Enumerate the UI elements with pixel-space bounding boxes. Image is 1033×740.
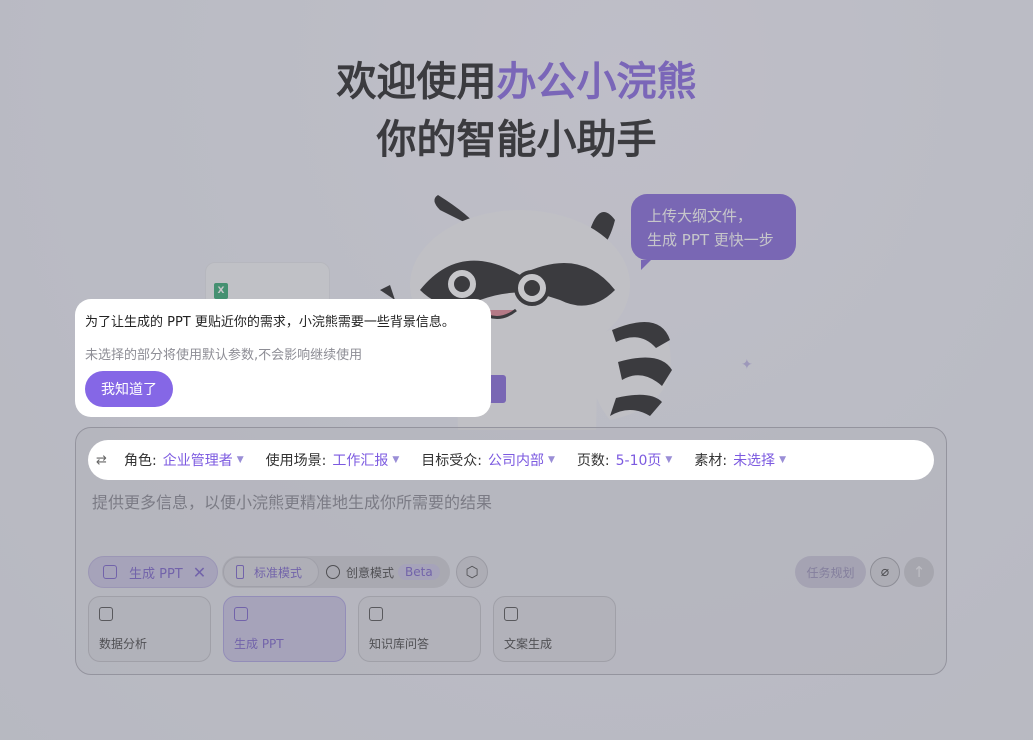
param-scenario[interactable]: 使用场景: 工作汇报 ▼ [266,450,400,470]
got-it-button[interactable]: 我知道了 [85,371,173,407]
sliders-icon: ⇄ [96,452,107,468]
param-pages[interactable]: 页数: 5-10页 ▼ [577,450,672,470]
param-audience[interactable]: 目标受众: 公司内部 ▼ [421,450,555,470]
param-material[interactable]: 素材: 未选择 ▼ [694,450,786,470]
param-value: 5-10页 [615,453,662,469]
param-label: 角色: [124,453,157,469]
param-role[interactable]: 角色: 企业管理者 ▼ [124,450,244,470]
param-value: 未选择 [733,453,776,469]
param-value: 企业管理者 [162,453,233,469]
chevron-down-icon: ▼ [392,455,400,465]
onboarding-tooltip: 为了让生成的 PPT 更贴近你的需求，小浣熊需要一些背景信息。 未选择的部分将使… [75,299,491,417]
tooltip-message: 为了让生成的 PPT 更贴近你的需求，小浣熊需要一些背景信息。 [85,315,455,330]
tooltip-hint: 未选择的部分将使用默认参数,不会影响继续使用 [85,348,363,363]
param-label: 页数: [576,453,610,469]
ppt-parameter-bar: ⇄ 角色: 企业管理者 ▼ 使用场景: 工作汇报 ▼ 目标受众: 公司内部 ▼ … [88,440,934,480]
chevron-down-icon: ▼ [779,455,786,465]
chevron-down-icon: ▼ [548,455,555,465]
param-label: 目标受众: [421,453,482,469]
param-value: 公司内部 [488,453,544,469]
param-label: 使用场景: [265,453,327,469]
param-label: 素材: [694,453,728,469]
param-value: 工作汇报 [332,453,389,469]
chevron-down-icon: ▼ [236,455,244,465]
chevron-down-icon: ▼ [665,455,673,465]
